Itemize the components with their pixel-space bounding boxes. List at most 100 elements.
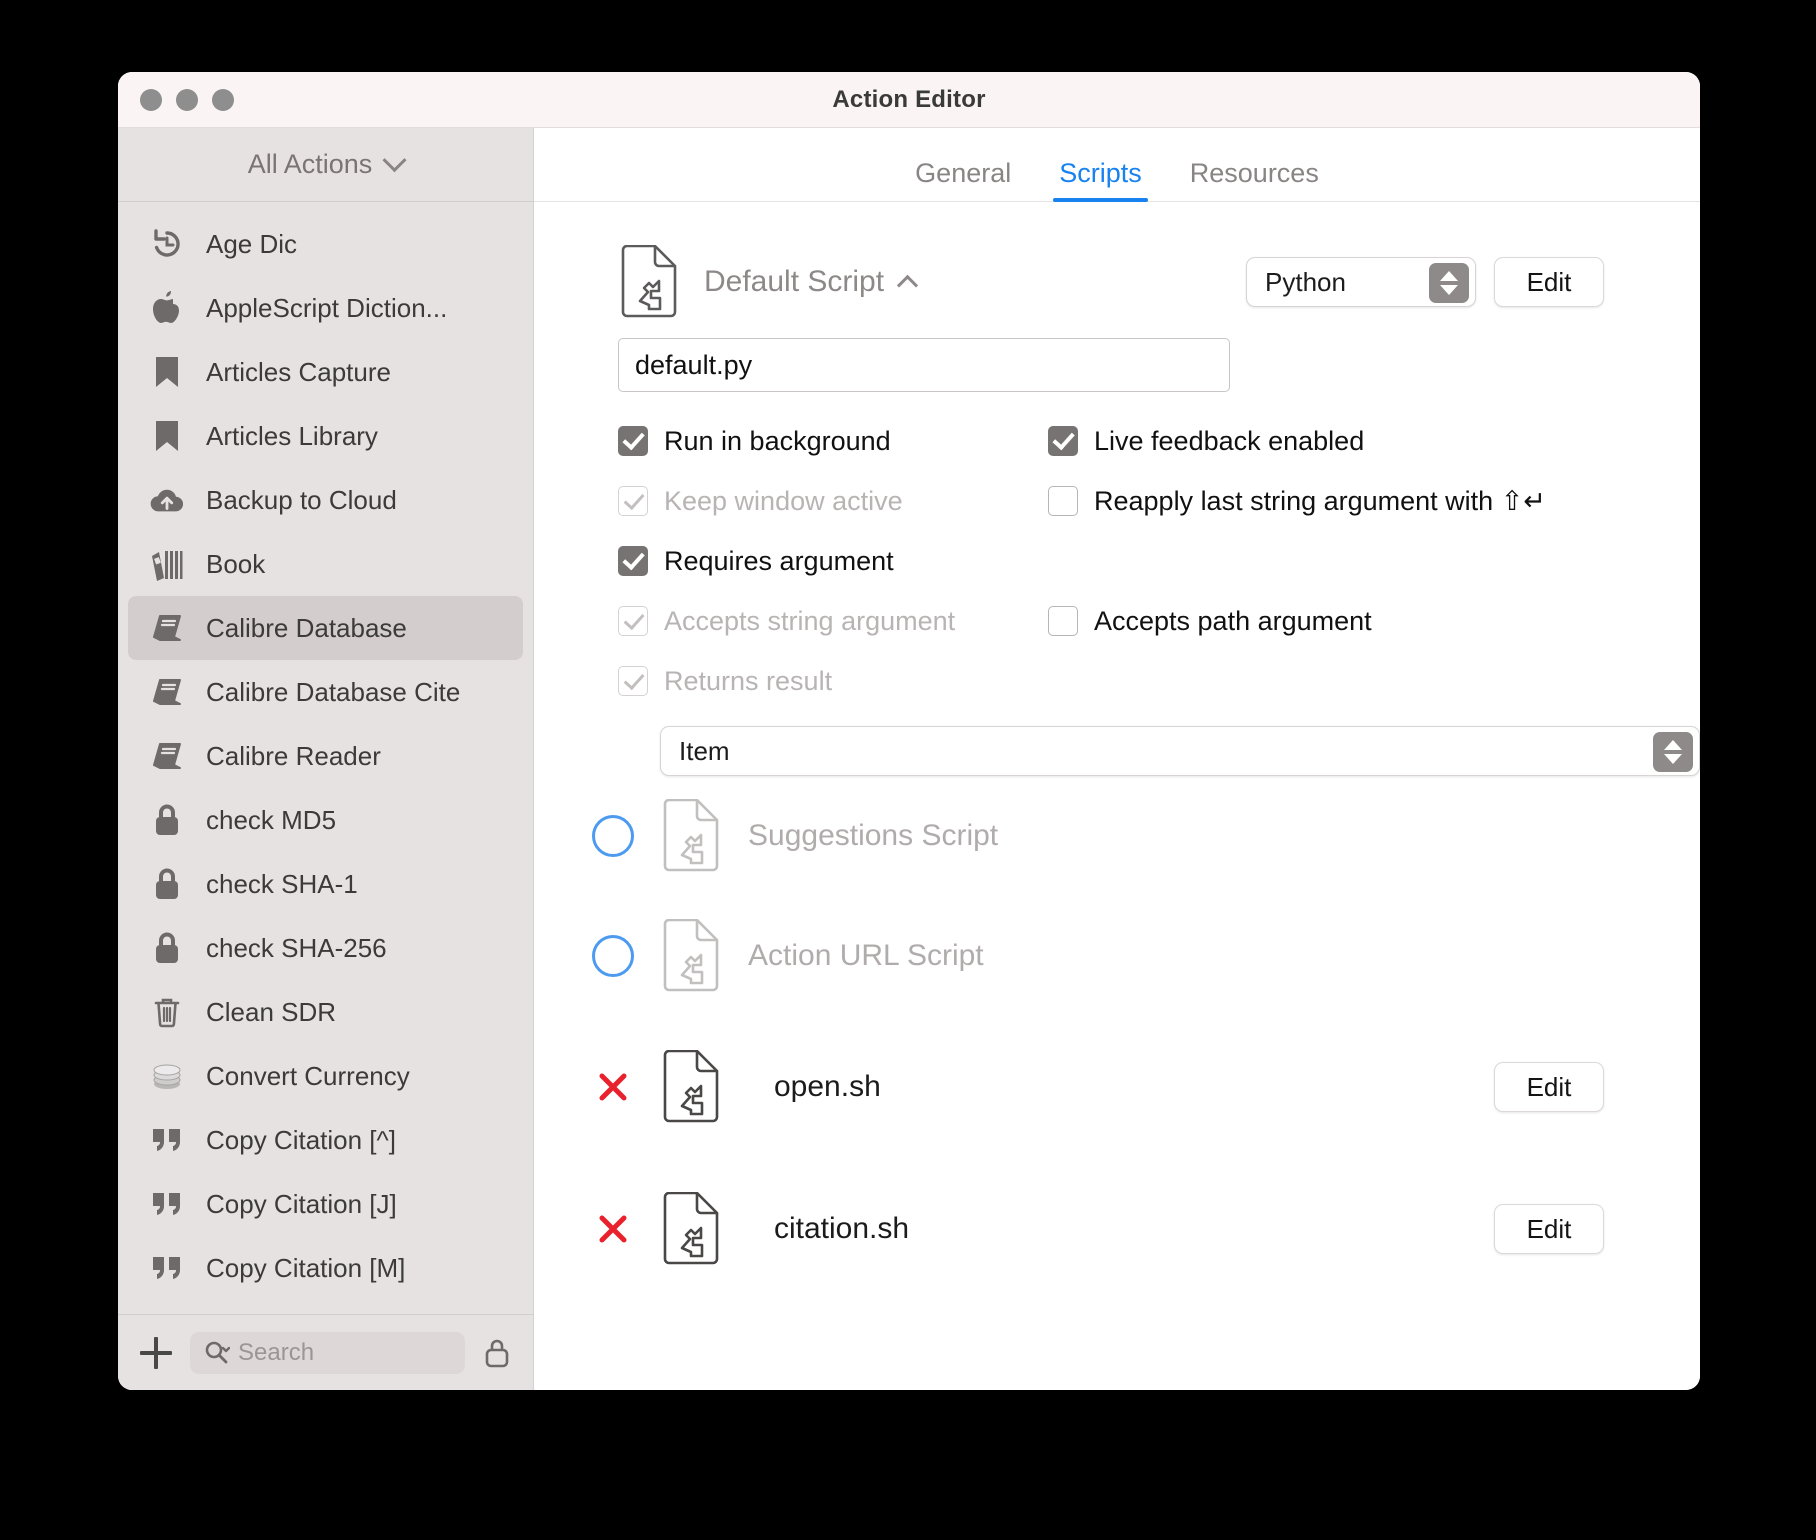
- sidebar-item[interactable]: Convert Currency: [128, 1044, 523, 1108]
- script-filename-row: [534, 330, 1700, 392]
- quote-icon: [150, 1187, 184, 1221]
- sidebar-item-label: AppleScript Diction...: [206, 292, 448, 323]
- sidebar-item[interactable]: Calibre Reader: [128, 724, 523, 788]
- collapsed-script-label: Suggestions Script: [748, 819, 999, 852]
- trash-icon: [150, 995, 184, 1029]
- collapsed-script-row[interactable]: Action URL Script: [534, 896, 1700, 1016]
- language-select[interactable]: Python: [1246, 257, 1476, 307]
- sidebar-filter-dropdown[interactable]: All Actions: [118, 128, 533, 202]
- sidebar-item[interactable]: Calibre Database Cite: [128, 660, 523, 724]
- sidebar-item[interactable]: Copy Citation [J]: [128, 1172, 523, 1236]
- chevron-up-icon: [896, 274, 919, 296]
- main-panel: General Scripts Resources Default Script…: [534, 128, 1700, 1390]
- checkbox-icon[interactable]: [1048, 486, 1078, 516]
- checkbox-label: Accepts string argument: [664, 605, 956, 636]
- sidebar-item-label: Calibre Database: [206, 612, 407, 643]
- add-action-button[interactable]: [136, 1333, 176, 1373]
- checkbox-icon[interactable]: [618, 486, 648, 516]
- language-select-value: Python: [1265, 266, 1346, 297]
- lock-toggle-button[interactable]: [479, 1333, 515, 1373]
- checkbox-label: Keep window active: [664, 485, 903, 516]
- sidebar-action-list[interactable]: Age Dic AppleScript Diction... Articles Ca…: [118, 202, 533, 1314]
- script-document-icon: [662, 798, 720, 873]
- sidebar: All Actions Age Dic AppleScript Diction..…: [118, 128, 534, 1390]
- default-script-title-group[interactable]: Default Script: [704, 265, 919, 299]
- checkbox-icon[interactable]: [618, 426, 648, 456]
- checkbox-row[interactable]: Run in background: [618, 422, 1038, 460]
- edit-script-button[interactable]: Edit: [1494, 1062, 1604, 1112]
- sidebar-item[interactable]: Copy Citation [^]: [128, 1108, 523, 1172]
- enable-script-radio[interactable]: [592, 815, 634, 857]
- apple-icon: [150, 291, 184, 325]
- checkbox-icon[interactable]: [1048, 426, 1078, 456]
- window-body: All Actions Age Dic AppleScript Diction..…: [118, 128, 1700, 1390]
- checkbox-icon[interactable]: [1048, 606, 1078, 636]
- sidebar-item-label: Copy Citation [J]: [206, 1188, 397, 1219]
- checkbox-label: Run in background: [664, 425, 891, 456]
- lock-icon: [150, 803, 184, 837]
- sidebar-item[interactable]: AppleScript Diction...: [128, 276, 523, 340]
- book-spine-icon: [150, 547, 184, 581]
- sidebar-item-label: check SHA-256: [206, 932, 387, 963]
- history-clock-icon: [150, 227, 184, 261]
- collapsed-script-row[interactable]: Suggestions Script: [534, 776, 1700, 896]
- sidebar-item[interactable]: check MD5: [128, 788, 523, 852]
- tab-resources[interactable]: Resources: [1184, 158, 1325, 201]
- quote-icon: [150, 1251, 184, 1285]
- sidebar-item-label: Backup to Cloud: [206, 484, 397, 515]
- checkbox-row[interactable]: Keep window active: [618, 482, 1038, 520]
- additional-scripts-list: Suggestions Script Action URL Script ope…: [534, 776, 1700, 1300]
- search-input[interactable]: Search: [190, 1331, 465, 1374]
- checkbox-icon[interactable]: [618, 606, 648, 636]
- sidebar-item[interactable]: Articles Capture: [128, 340, 523, 404]
- delete-script-button[interactable]: [592, 1066, 634, 1108]
- sidebar-item[interactable]: Articles Library: [128, 404, 523, 468]
- book-closed-icon: [150, 611, 184, 645]
- checkbox-row[interactable]: Live feedback enabled: [1048, 422, 1700, 460]
- checkbox-row[interactable]: Accepts string argument: [618, 602, 1038, 640]
- sidebar-item[interactable]: check SHA-256: [128, 916, 523, 980]
- checkbox-row[interactable]: Accepts path argument: [1048, 602, 1700, 640]
- checkbox-icon[interactable]: [618, 546, 648, 576]
- bookmark-icon: [150, 419, 184, 453]
- coins-icon: [150, 1059, 184, 1093]
- checkbox-label: Returns result: [664, 665, 833, 696]
- edit-default-script-button[interactable]: Edit: [1494, 257, 1604, 307]
- sidebar-item[interactable]: Book: [128, 532, 523, 596]
- tab-general[interactable]: General: [909, 158, 1017, 201]
- tab-bar[interactable]: General Scripts Resources: [534, 128, 1700, 202]
- enable-script-radio[interactable]: [592, 935, 634, 977]
- checkbox-icon[interactable]: [618, 666, 648, 696]
- default-script-title: Default Script: [704, 265, 885, 298]
- result-type-select[interactable]: Item: [660, 726, 1700, 776]
- result-type-value: Item: [679, 735, 730, 766]
- sidebar-item[interactable]: Backup to Cloud: [128, 468, 523, 532]
- edit-script-button[interactable]: Edit: [1494, 1204, 1604, 1254]
- script-document-icon: [662, 918, 720, 993]
- sidebar-item-label: Copy Citation [^]: [206, 1124, 396, 1155]
- script-file-name: citation.sh: [774, 1212, 910, 1245]
- tab-scripts[interactable]: Scripts: [1053, 158, 1148, 202]
- search-icon: [205, 1341, 230, 1363]
- checkbox-row[interactable]: Returns result: [618, 662, 1038, 700]
- script-document-icon: [662, 1191, 720, 1266]
- delete-script-button[interactable]: [592, 1208, 634, 1250]
- sidebar-item-label: Convert Currency: [206, 1060, 410, 1091]
- sidebar-item[interactable]: Copy Citation [M]: [128, 1236, 523, 1300]
- sidebar-item[interactable]: Calibre Database: [128, 596, 523, 660]
- lock-icon: [150, 867, 184, 901]
- quote-icon: [150, 1123, 184, 1157]
- sidebar-item[interactable]: Clean SDR: [128, 980, 523, 1044]
- script-filename-input[interactable]: [618, 338, 1230, 392]
- sidebar-item[interactable]: check SHA-1: [128, 852, 523, 916]
- chevron-down-icon: [382, 148, 407, 173]
- cloud-upload-icon: [150, 483, 184, 517]
- checkbox-row[interactable]: Reapply last string argument with ⇧↵: [1048, 482, 1700, 520]
- window-titlebar: Action Editor: [118, 72, 1700, 128]
- sidebar-item[interactable]: Age Dic: [128, 212, 523, 276]
- script-document-icon: [620, 244, 678, 319]
- sidebar-filter-label: All Actions: [247, 149, 373, 179]
- scripts-content: Default Script Python Edit default.py Ru…: [534, 202, 1700, 1390]
- sidebar-footer: Search: [118, 1314, 533, 1390]
- checkbox-row[interactable]: Requires argument: [618, 542, 1038, 580]
